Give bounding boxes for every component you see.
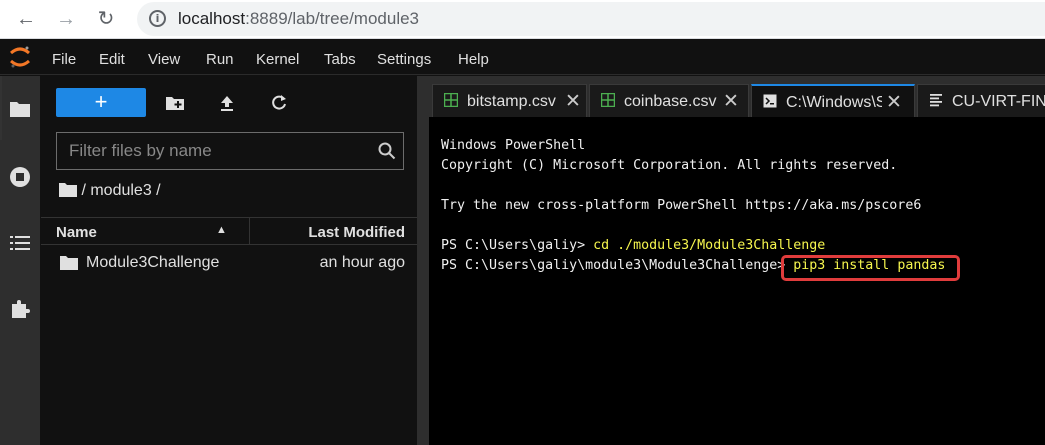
jupyter-logo-icon xyxy=(10,46,30,68)
url-path: :8889/lab/tree/module3 xyxy=(245,9,420,28)
new-launcher-button[interactable]: + xyxy=(56,88,146,117)
tab-coinbase[interactable]: coinbase.csv ✕ xyxy=(589,84,749,117)
new-folder-icon[interactable] xyxy=(165,93,185,113)
extension-manager-icon[interactable] xyxy=(9,298,31,320)
close-icon[interactable]: ✕ xyxy=(565,90,581,113)
file-browser-panel: + / module3 / Name ▲ Last Modified Modu xyxy=(41,76,417,445)
menu-file[interactable]: File xyxy=(52,51,76,68)
folder-icon[interactable] xyxy=(9,98,31,120)
running-sessions-icon[interactable] xyxy=(9,166,31,188)
terminal-command: cd ./module3/Module3Challenge xyxy=(593,238,826,253)
tab-notebook[interactable]: CU-VIRT-FIN- xyxy=(917,84,1045,117)
filter-box xyxy=(56,132,404,170)
browser-toolbar: ← → ↻ i localhost:8889/lab/tree/module3 xyxy=(0,0,1045,39)
close-icon[interactable]: ✕ xyxy=(886,91,902,114)
back-icon[interactable]: ← xyxy=(12,6,40,32)
file-list-item[interactable]: Module3Challenge an hour ago xyxy=(41,249,417,277)
tab-bitstamp[interactable]: bitstamp.csv ✕ xyxy=(432,84,587,117)
left-activity-bar xyxy=(0,76,40,445)
upload-icon[interactable] xyxy=(217,93,237,113)
address-bar[interactable]: i localhost:8889/lab/tree/module3 xyxy=(137,2,1045,36)
tab-label: C:\Windows\S xyxy=(786,94,882,111)
terminal-line: Try the new cross-platform PowerShell ht… xyxy=(441,198,922,213)
tab-label: bitstamp.csv xyxy=(467,93,556,110)
column-divider xyxy=(249,218,250,245)
breadcrumb-folder-icon[interactable] xyxy=(59,182,77,197)
terminal-panel[interactable]: Windows PowerShell Copyright (C) Microso… xyxy=(429,117,1045,445)
column-modified-header[interactable]: Last Modified xyxy=(308,224,405,241)
folder-icon xyxy=(60,256,78,270)
menu-view[interactable]: View xyxy=(148,51,180,68)
terminal-line: Windows PowerShell xyxy=(441,138,586,153)
tab-label: CU-VIRT-FIN- xyxy=(952,93,1045,110)
url-host: localhost xyxy=(178,9,246,28)
menu-run[interactable]: Run xyxy=(206,51,234,68)
file-name: Module3Challenge xyxy=(86,254,220,271)
info-icon[interactable]: i xyxy=(149,10,166,27)
menu-help[interactable]: Help xyxy=(458,51,489,68)
filter-files-input[interactable] xyxy=(57,133,367,169)
forward-icon[interactable]: → xyxy=(52,6,80,32)
tab-label: coinbase.csv xyxy=(624,93,717,110)
sort-ascending-icon[interactable]: ▲ xyxy=(216,224,227,236)
terminal-prompt: PS C:\Users\galiy\module3\Module3Challen… xyxy=(441,258,794,273)
reload-icon[interactable]: ↻ xyxy=(92,6,120,32)
menu-settings[interactable]: Settings xyxy=(377,51,431,68)
terminal-command-line: PS C:\Users\galiy> cd ./module3/Module3C… xyxy=(441,238,825,253)
menu-edit[interactable]: Edit xyxy=(99,51,125,68)
document-tab-bar: bitstamp.csv ✕ coinbase.csv ✕ C:\Windows… xyxy=(429,76,1045,117)
menu-tabs[interactable]: Tabs xyxy=(324,51,356,68)
refresh-icon[interactable] xyxy=(269,93,289,113)
terminal-line: Copyright (C) Microsoft Corporation. All… xyxy=(441,158,898,173)
document-icon xyxy=(930,94,942,107)
terminal-prompt: PS C:\Users\galiy> xyxy=(441,238,594,253)
breadcrumb: / module3 / xyxy=(59,182,161,202)
url-text: localhost:8889/lab/tree/module3 xyxy=(178,9,419,29)
tab-terminal[interactable]: C:\Windows\S ✕ xyxy=(751,84,915,117)
table-of-contents-icon[interactable] xyxy=(9,232,31,254)
column-name-header[interactable]: Name xyxy=(56,224,97,241)
file-list-header: Name ▲ Last Modified xyxy=(41,217,417,245)
spreadsheet-icon xyxy=(444,93,458,107)
command-highlight-box xyxy=(781,255,960,281)
jupyter-menubar: File Edit View Run Kernel Tabs Settings … xyxy=(0,39,1045,75)
panel-splitter[interactable] xyxy=(417,76,429,445)
spreadsheet-icon xyxy=(601,93,615,107)
breadcrumb-path[interactable]: / module3 / xyxy=(81,182,160,199)
terminal-icon xyxy=(763,94,777,108)
file-modified: an hour ago xyxy=(319,254,405,271)
menu-kernel[interactable]: Kernel xyxy=(256,51,299,68)
search-icon xyxy=(378,142,396,160)
close-icon[interactable]: ✕ xyxy=(723,90,739,113)
